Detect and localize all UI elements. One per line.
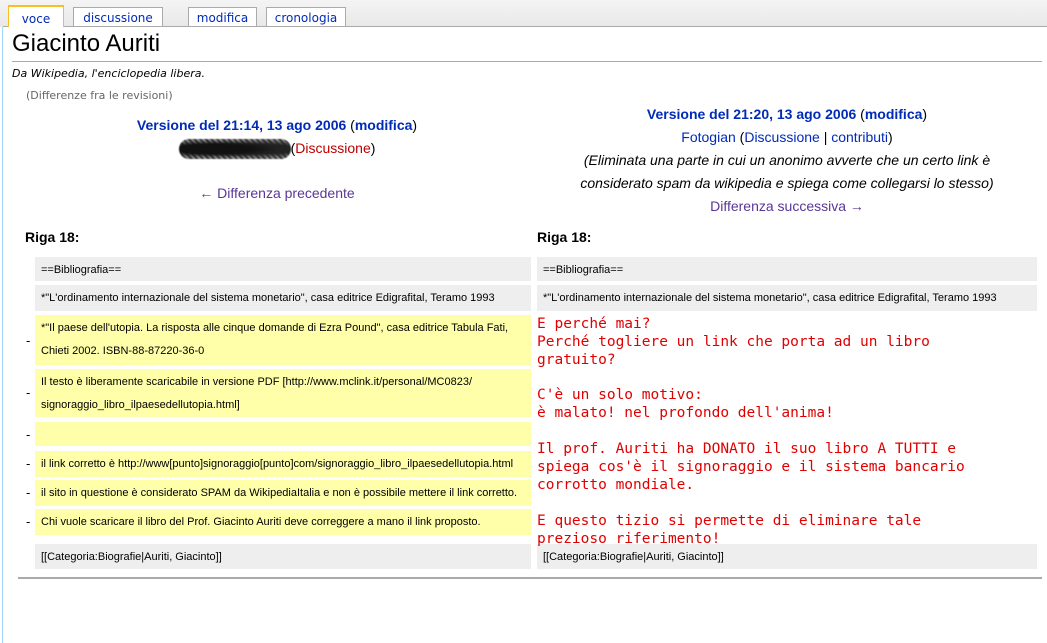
tab-cronologia[interactable]: cronologia (266, 7, 346, 26)
annotation-paragraph-1: E perché mai? Perché togliere un link ch… (537, 316, 930, 368)
tab-modifica[interactable]: modifica (188, 7, 257, 26)
annotation-paragraph-3: Il prof. Auriti ha DONATO il suo libro A… (537, 441, 965, 493)
context-line-book1-left: *"L'ordinamento internazionale del siste… (35, 285, 531, 311)
left-version-link[interactable]: Versione del 21:14, 13 ago 2006 (137, 117, 346, 133)
right-talk-link[interactable]: Discussione (744, 129, 819, 145)
left-revision-header: Versione del 21:14, 13 ago 2006 (modific… (136, 117, 418, 201)
diff-marker: - (26, 515, 31, 529)
left-talk-link[interactable]: Discussione (295, 140, 370, 156)
removed-line: il link corretto è http://www[punto]sign… (35, 451, 531, 477)
page-title: Giacinto Auriti (12, 30, 161, 57)
diff-bottom-divider (18, 577, 1042, 579)
title-divider (12, 61, 1042, 62)
context-line-category-left: [[Categoria:Biografie|Auriti, Giacinto]] (35, 544, 531, 569)
diff-subtitle: (Differenze fra le revisioni) (26, 89, 173, 102)
user-link[interactable]: Fotogian (681, 129, 735, 145)
tab-voce[interactable]: voce (8, 5, 64, 27)
contrib-link[interactable]: contributi (831, 129, 888, 145)
removed-line: Il testo è liberamente scaricabile in ve… (35, 369, 531, 417)
diff-marker: - (26, 428, 31, 442)
content-border (2, 27, 3, 643)
right-revision-header: Versione del 21:20, 13 ago 2006 (modific… (530, 103, 1044, 218)
diff-marker: - (26, 457, 31, 471)
prev-diff-link[interactable]: ← Differenza precedente (199, 185, 354, 201)
right-edit-link[interactable]: modifica (865, 106, 923, 122)
edit-summary-line-1: (Eliminata una parte in cui un anonimo a… (583, 152, 991, 168)
site-tagline: Da Wikipedia, l'enciclopedia libera. (12, 67, 205, 80)
annotation-paragraph-4: E questo tizio si permette di eliminare … (537, 513, 922, 547)
right-line-header: Riga 18: (537, 229, 592, 245)
removed-line: *"Il paese dell'utopia. La risposta alle… (35, 315, 531, 365)
diff-marker: - (26, 486, 31, 500)
context-line-bibliografia-right: ==Bibliografia== (537, 257, 1037, 281)
right-version-link[interactable]: Versione del 21:20, 13 ago 2006 (647, 106, 856, 122)
removed-line: il sito in questione è considerato SPAM … (35, 480, 531, 506)
removed-line: Chi vuole scaricare il libro del Prof. G… (35, 509, 531, 535)
removed-line-empty (35, 422, 531, 446)
redacted-username (178, 139, 291, 160)
edit-summary-line-2: considerato spam da wikipedia e spiega c… (580, 175, 994, 191)
left-line-header: Riga 18: (25, 229, 80, 245)
context-line-book1-right: *"L'ordinamento internazionale del siste… (537, 285, 1037, 311)
next-diff-link[interactable]: Differenza successiva → (710, 198, 864, 214)
annotation-paragraph-2: C'è un solo motivo: è malato! nel profon… (537, 387, 834, 421)
left-edit-link[interactable]: modifica (355, 117, 413, 133)
context-line-bibliografia-left: ==Bibliografia== (35, 257, 531, 281)
diff-marker: - (26, 334, 31, 348)
tab-discussione[interactable]: discussione (73, 7, 163, 26)
diff-marker: - (26, 386, 31, 400)
tab-baseline (3, 26, 1047, 27)
